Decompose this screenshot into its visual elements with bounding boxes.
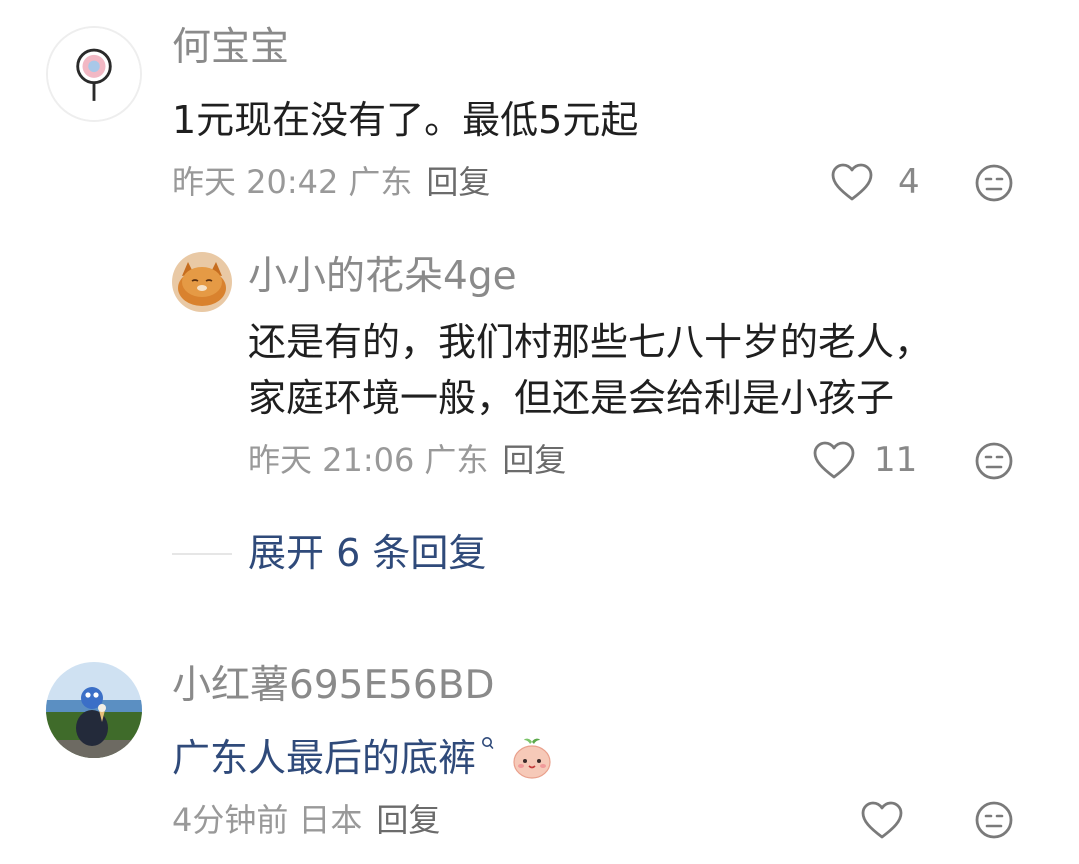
timestamp: 昨天 21:06: [248, 441, 415, 479]
heart-icon: [861, 801, 903, 839]
dislike-button[interactable]: [974, 441, 1014, 481]
peach-face-emoji-icon: [513, 738, 551, 779]
lollipop-avatar-icon: [48, 28, 140, 120]
like-button[interactable]: 11: [812, 440, 917, 480]
like-button[interactable]: [860, 800, 904, 840]
search-keyword-link[interactable]: 广东人最后的底裤: [172, 736, 476, 780]
comment-text: 1元现在没有了。最低5元起: [172, 98, 639, 142]
reply-button[interactable]: 回复: [426, 163, 490, 201]
username[interactable]: 何宝宝: [172, 24, 289, 72]
expand-replies-button[interactable]: 展开 6 条回复: [248, 528, 486, 578]
comment-meta: 昨天 21:06 广东 回复: [248, 440, 566, 480]
username[interactable]: 小小的花朵4ge: [248, 253, 517, 301]
comment-meta: 4分钟前 日本 回复: [172, 800, 440, 840]
heart-icon: [831, 163, 873, 201]
heart-icon: [813, 441, 855, 479]
reply-button[interactable]: 回复: [376, 801, 440, 839]
username[interactable]: 小红薯695E56BD: [172, 662, 495, 710]
comment-text: 广东人最后的底裤: [172, 730, 554, 786]
like-count: 11: [874, 440, 918, 480]
like-count: 4: [898, 162, 920, 202]
like-button[interactable]: 4: [830, 162, 920, 202]
location: 广东: [424, 441, 489, 479]
location: 日本: [298, 801, 363, 839]
comment-section: 何宝宝 1元现在没有了。最低5元起 昨天 20:42 广东 回复 4 小小的花朵4: [0, 0, 1079, 864]
comment-text-line: 还是有的，我们村那些七八十岁的老人，: [248, 320, 933, 364]
location: 广东: [348, 163, 413, 201]
avatar[interactable]: [46, 662, 142, 758]
photo-avatar-icon: [46, 662, 142, 758]
comment-meta: 昨天 20:42 广东 回复: [172, 162, 490, 202]
reply-button[interactable]: 回复: [502, 441, 566, 479]
meh-face-icon: [975, 801, 1013, 839]
timestamp: 昨天 20:42: [172, 163, 339, 201]
search-icon: [482, 737, 494, 749]
dislike-button[interactable]: [974, 800, 1014, 840]
dislike-button[interactable]: [974, 163, 1014, 203]
avatar[interactable]: [46, 26, 142, 122]
meh-face-icon: [975, 442, 1013, 480]
comment-text-line: 家庭环境一般，但还是会给利是小孩子: [248, 376, 895, 420]
meh-face-icon: [975, 164, 1013, 202]
divider: [172, 553, 232, 555]
cat-avatar-icon: [172, 252, 232, 312]
timestamp: 4分钟前: [172, 801, 289, 839]
avatar[interactable]: [172, 252, 232, 312]
